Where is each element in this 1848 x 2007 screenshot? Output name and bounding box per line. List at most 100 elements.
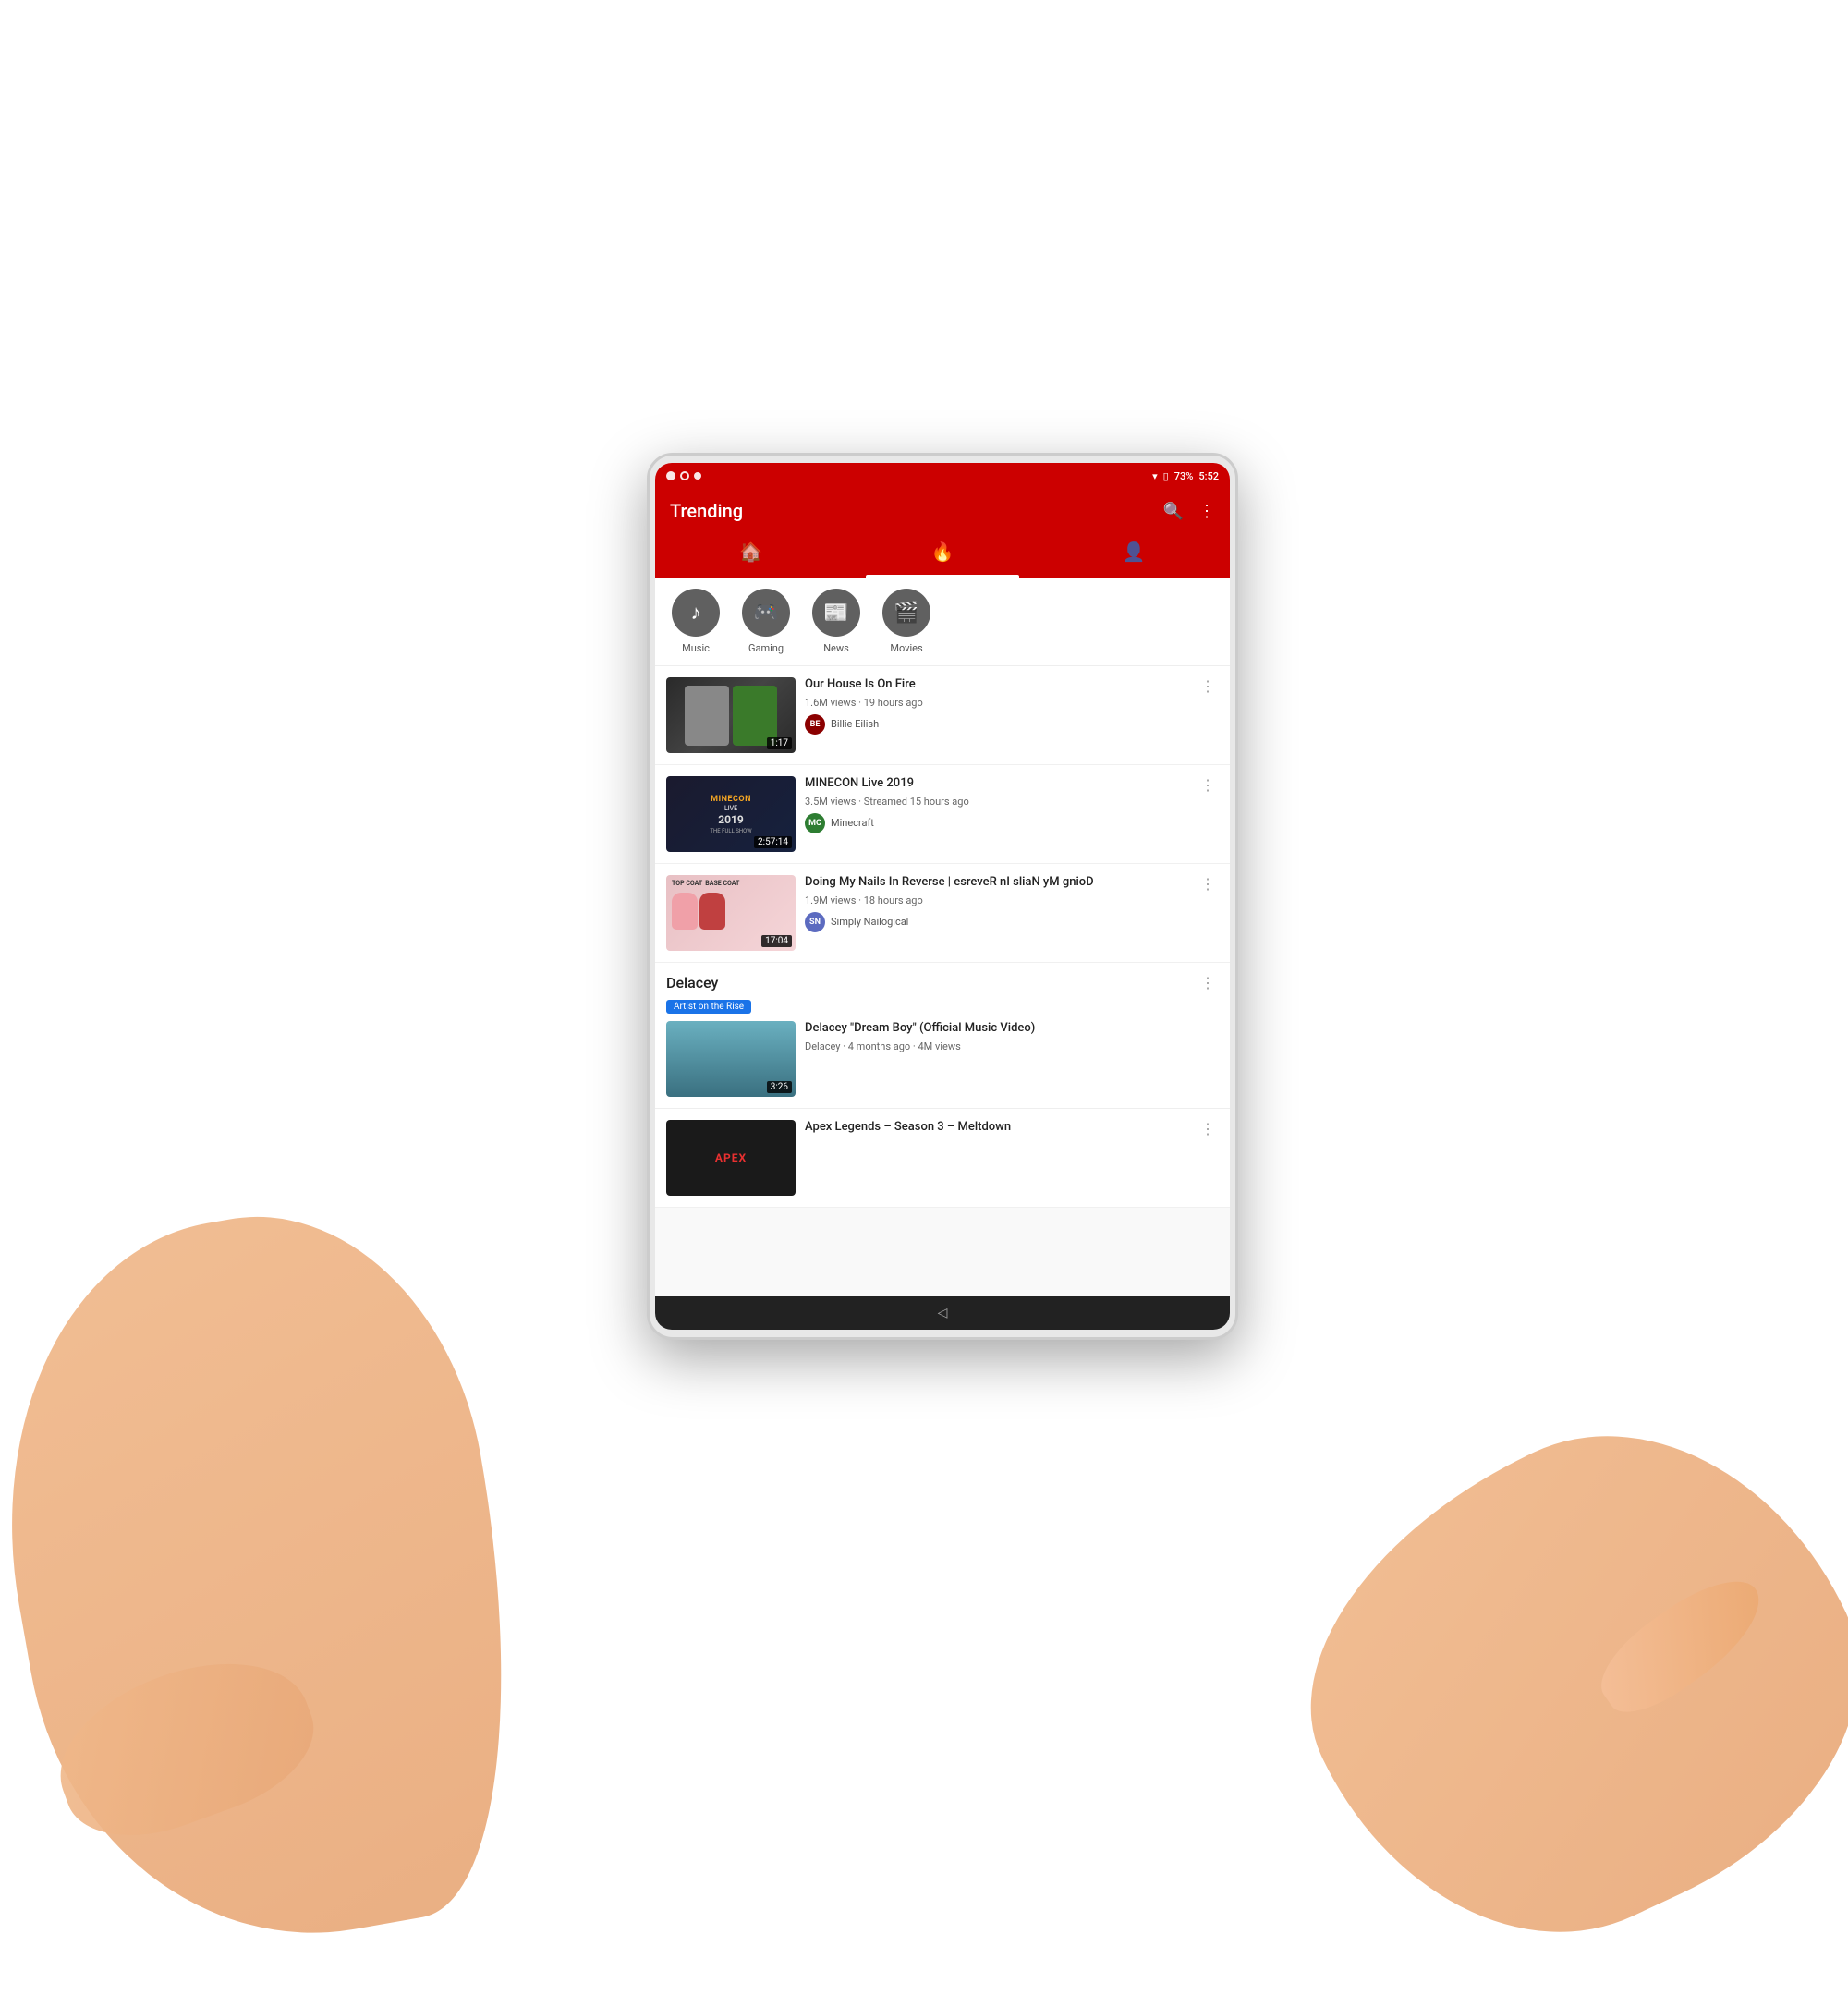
back-button[interactable]: ◁ [938,1306,948,1320]
home-icon: 🏠 [739,541,762,563]
trending-icon: 🔥 [931,541,954,563]
side-button [647,764,650,792]
video-title-3: Doing My Nails In Reverse | esreveR nI s… [805,875,1187,891]
thumb-apex-inner: APEX [666,1120,796,1196]
artist-badge: Artist on the Rise [666,1000,751,1014]
categories-row: ♪ Music 🎮 Gaming 📰 News 🎬 Movies [655,578,1230,666]
video-channel-1: BE Billie Eilish [805,714,1187,735]
minecon-live-text: LIVE [724,805,737,812]
artist-video-row: 3:26 Delacey "Dream Boy" (Official Music… [666,1021,1219,1108]
category-news-icon: 📰 [812,589,860,637]
video-thumb-apex: APEX [666,1120,796,1196]
video-duration-2: 2:57:14 [754,836,792,848]
status-bar: ▾ ▯ 73% 5:52 [655,463,1230,489]
basecoat-label: BASE COAT [705,880,739,887]
channel-avatar-2: MC [805,813,825,833]
status-right: ▾ ▯ 73% 5:52 [1152,470,1219,482]
top-bar: Trending 🔍 ⋮ [655,489,1230,533]
apex-more-btn[interactable]: ⋮ [1197,1120,1219,1137]
category-news[interactable]: 📰 News [810,589,862,654]
nail-1 [672,893,698,930]
nail-2 [699,893,725,930]
category-gaming-label: Gaming [748,642,784,654]
category-music-label: Music [682,642,710,654]
video-info-1: Our House Is On Fire 1.6M views · 19 hou… [805,677,1187,753]
more-options-btn-1[interactable]: ⋮ [1197,677,1219,695]
screen: ▾ ▯ 73% 5:52 Trending 🔍 ⋮ 🏠 [655,463,1230,1330]
video-thumb-1: 1:17 [666,677,796,753]
video-item-1[interactable]: 1:17 Our House Is On Fire 1.6M views · 1… [655,666,1230,765]
more-options-btn-2[interactable]: ⋮ [1197,776,1219,794]
minecon-fullshow-text: THE FULL SHOW [710,828,751,834]
apex-video-title: Apex Legends – Season 3 – Meltdown [805,1120,1187,1136]
artist-duration: 3:26 [767,1081,792,1093]
video-duration-3: 17:04 [761,935,792,947]
minecon-year-text: 2019 [718,813,744,826]
artist-thumb: 3:26 [666,1021,796,1097]
video-meta-1: 1.6M views · 19 hours ago [805,697,1187,709]
category-movies[interactable]: 🎬 Movies [881,589,932,654]
wifi-icon: ▾ [1152,470,1158,482]
nail-images [672,893,725,930]
category-movies-label: Movies [890,642,922,654]
video-meta-2: 3.5M views · Streamed 15 hours ago [805,796,1187,808]
account-icon: 👤 [1123,541,1146,563]
nail-labels-row: TOP COAT BASE COAT [672,880,739,887]
search-icon[interactable]: 🔍 [1163,502,1184,521]
scene: ▾ ▯ 73% 5:52 Trending 🔍 ⋮ 🏠 [0,0,1848,1848]
side-button-right [1235,809,1238,827]
video-thumb-2: MINECON LIVE 2019 THE FULL SHOW 2:57:14 [666,776,796,852]
channel-name-2: Minecraft [831,817,874,829]
video-info-3: Doing My Nails In Reverse | esreveR nI s… [805,875,1187,951]
channel-avatar-3: SN [805,912,825,932]
video-item-3[interactable]: TOP COAT BASE COAT 17:04 Doing My Nails … [655,864,1230,963]
battery-level: 73% [1174,470,1194,482]
video-thumb-3: TOP COAT BASE COAT 17:04 [666,875,796,951]
more-options-icon[interactable]: ⋮ [1198,502,1215,521]
category-gaming[interactable]: 🎮 Gaming [740,589,792,654]
tablet: ▾ ▯ 73% 5:52 Trending 🔍 ⋮ 🏠 [647,453,1238,1340]
topcoat-label: TOP COAT [672,880,702,887]
person-1 [685,686,729,746]
apex-logo-text: APEX [715,1151,747,1164]
category-movies-icon: 🎬 [882,589,930,637]
bottom-nav: ◁ [655,1296,1230,1330]
video-title-1: Our House Is On Fire [805,677,1187,693]
video-channel-2: MC Minecraft [805,813,1187,833]
tab-trending[interactable]: 🔥 [846,533,1038,578]
artist-more-btn[interactable]: ⋮ [1197,974,1219,991]
category-music[interactable]: ♪ Music [670,589,722,654]
artist-video-title: Delacey "Dream Boy" (Official Music Vide… [805,1021,1219,1037]
category-news-label: News [823,642,849,654]
more-options-btn-3[interactable]: ⋮ [1197,875,1219,893]
status-left-icons [666,471,701,480]
nav-tabs: 🏠 🔥 👤 [655,533,1230,578]
hand-right [1243,1361,1848,2006]
tab-home[interactable]: 🏠 [655,533,846,578]
video-meta-3: 1.9M views · 18 hours ago [805,894,1187,906]
status-icon-3 [694,472,701,480]
channel-name-3: Simply Nailogical [831,916,908,928]
video-title-2: MINECON Live 2019 [805,776,1187,792]
video-item-2[interactable]: MINECON LIVE 2019 THE FULL SHOW 2:57:14 … [655,765,1230,864]
video-duration-1: 1:17 [767,737,792,749]
video-info-2: MINECON Live 2019 3.5M views · Streamed … [805,776,1187,852]
video-item-apex[interactable]: APEX Apex Legends – Season 3 – Meltdown … [655,1109,1230,1208]
channel-name-1: Billie Eilish [831,718,879,730]
category-gaming-icon: 🎮 [742,589,790,637]
artist-video-meta: Delacey · 4 months ago · 4M views [805,1040,1219,1052]
apex-video-info: Apex Legends – Season 3 – Meltdown [805,1120,1187,1196]
artist-section: Delacey ⋮ Artist on the Rise 3:26 Delace… [655,963,1230,1109]
artist-name-row: Delacey ⋮ [666,974,1219,991]
status-icon-1 [666,471,675,480]
channel-avatar-1: BE [805,714,825,735]
category-music-icon: ♪ [672,589,720,637]
clock: 5:52 [1198,470,1219,482]
tab-account[interactable]: 👤 [1039,533,1230,578]
video-list: 1:17 Our House Is On Fire 1.6M views · 1… [655,666,1230,1296]
artist-name: Delacey [666,974,718,991]
top-bar-icons: 🔍 ⋮ [1163,502,1215,521]
signal-icon: ▯ [1163,470,1169,482]
status-icon-2 [680,471,689,480]
person-2 [733,686,777,746]
